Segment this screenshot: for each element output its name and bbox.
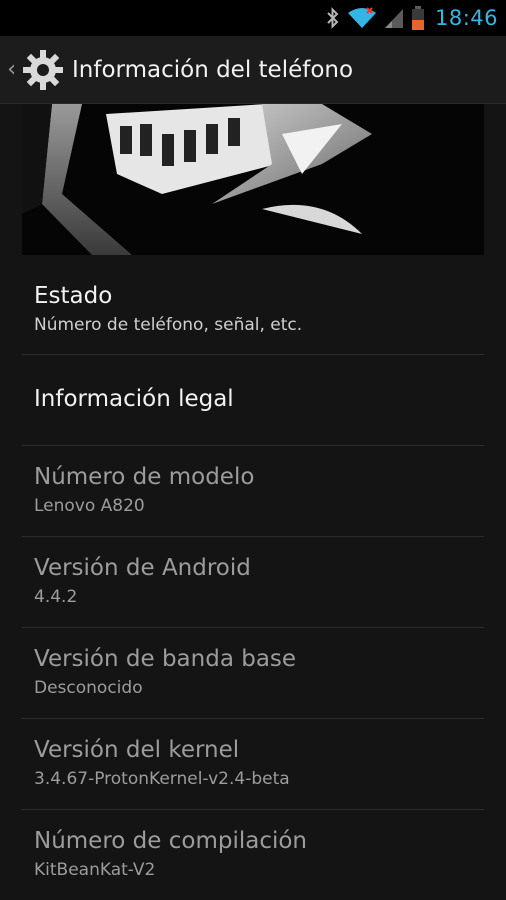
item-summary: Número de teléfono, señal, etc. xyxy=(34,315,303,335)
device-header-image xyxy=(22,104,484,255)
status-bar: 18:46 xyxy=(0,0,506,36)
list-item-model-number: Número de modelo Lenovo A820 xyxy=(0,446,506,537)
list-item-legal-info[interactable]: Información legal xyxy=(0,355,506,446)
item-summary: Lenovo A820 xyxy=(34,496,145,516)
signal-icon xyxy=(383,6,405,30)
action-bar: ‹ Información del teléfono xyxy=(0,36,506,104)
item-title: Número de compilación xyxy=(34,828,308,854)
battery-icon xyxy=(411,5,425,31)
page-title: Información del teléfono xyxy=(72,56,354,83)
item-summary: 3.4.67-ProtonKernel-v2.4-beta xyxy=(34,769,290,789)
about-phone-list: Estado Número de teléfono, señal, etc. I… xyxy=(0,255,506,900)
item-summary: KitBeanKat-V2 xyxy=(34,860,156,880)
list-item-build-number[interactable]: Número de compilación KitBeanKat-V2 xyxy=(0,810,506,900)
item-summary: Desconocido xyxy=(34,678,143,698)
item-title: Estado xyxy=(34,283,113,309)
wifi-icon xyxy=(347,6,377,30)
list-item-estado[interactable]: Estado Número de teléfono, señal, etc. xyxy=(0,255,506,355)
item-title: Versión del kernel xyxy=(34,737,240,763)
item-title: Versión de Android xyxy=(34,555,251,581)
list-item-kernel-version: Versión del kernel 3.4.67-ProtonKernel-v… xyxy=(0,719,506,810)
list-item-baseband-version: Versión de banda base Desconocido xyxy=(0,628,506,719)
item-title: Número de modelo xyxy=(34,464,255,490)
settings-gear-icon[interactable] xyxy=(20,47,66,93)
back-caret-icon[interactable]: ‹ xyxy=(2,36,16,104)
item-title: Información legal xyxy=(34,386,234,412)
item-summary: 4.4.2 xyxy=(34,587,78,607)
bluetooth-icon xyxy=(325,6,341,30)
item-title: Versión de banda base xyxy=(34,646,297,672)
list-item-android-version[interactable]: Versión de Android 4.4.2 xyxy=(0,537,506,628)
clock: 18:46 xyxy=(434,6,498,30)
